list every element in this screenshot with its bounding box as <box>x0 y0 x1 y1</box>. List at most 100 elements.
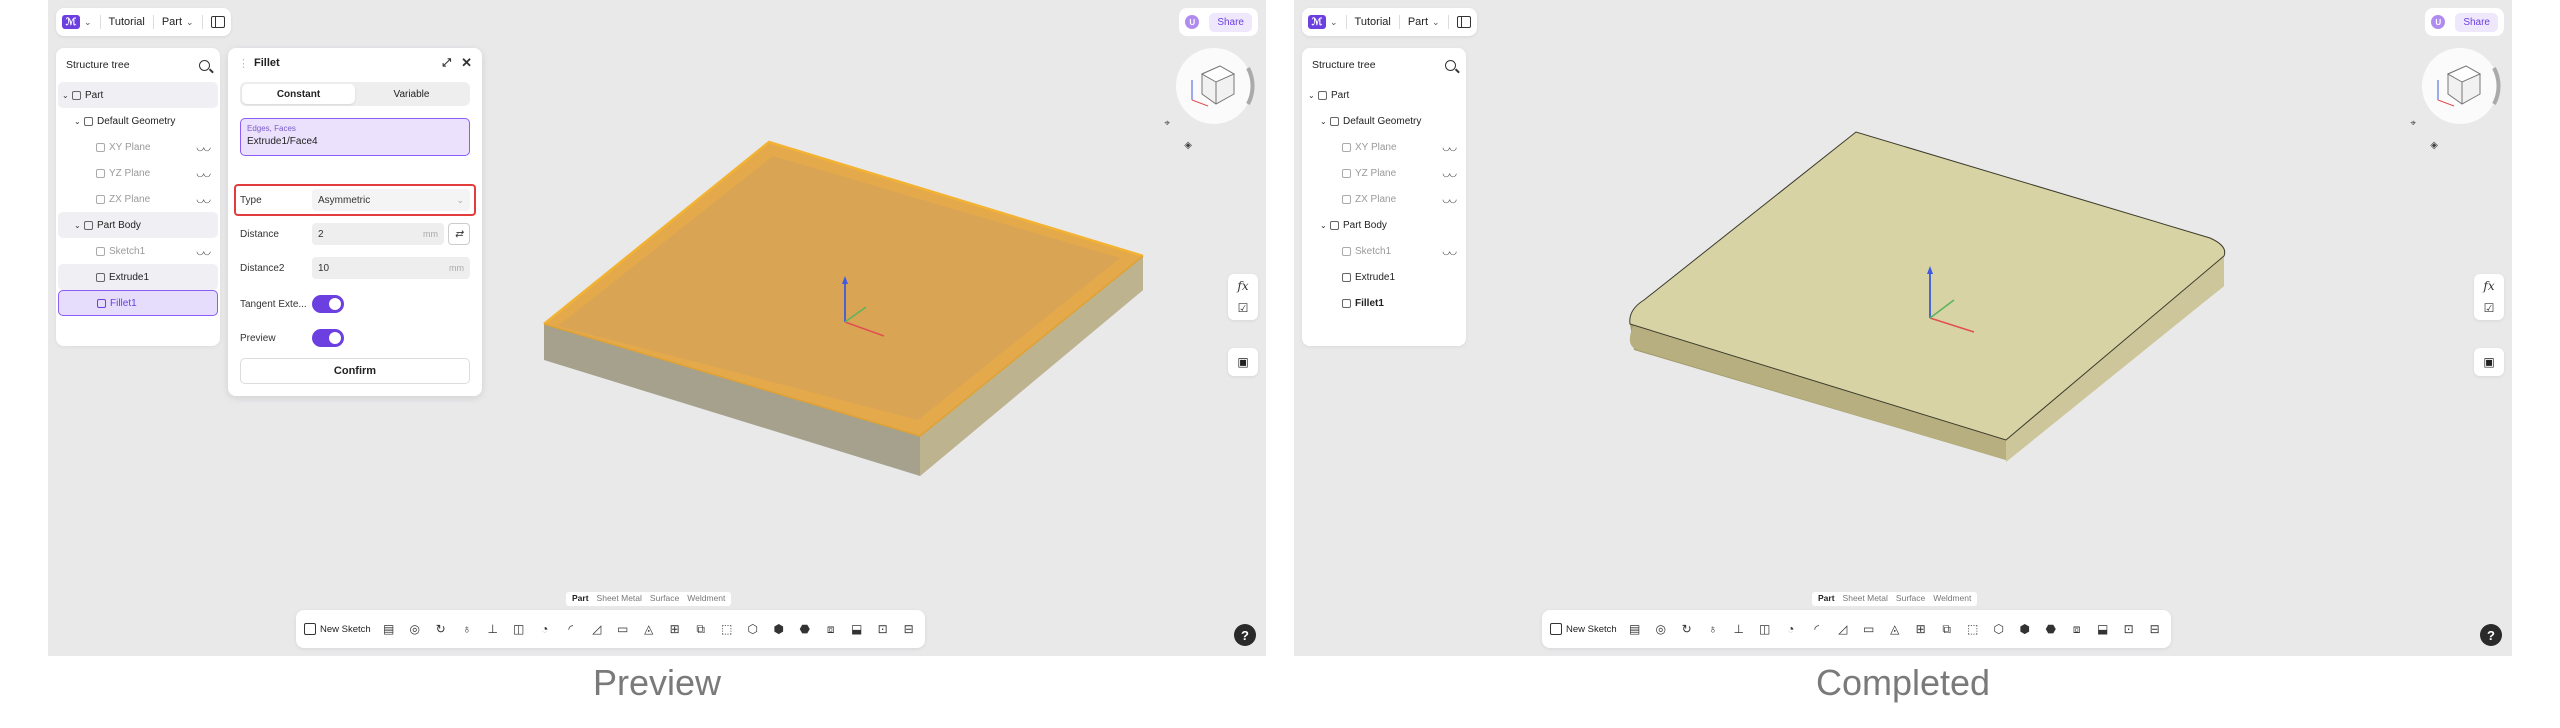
mirror-icon[interactable]: ⧉ <box>1939 621 1955 637</box>
tree-item[interactable]: Extrude1 <box>1304 264 1464 290</box>
revolve-icon[interactable]: ◎ <box>1653 621 1669 637</box>
replace-icon[interactable]: ⊡ <box>2121 621 2137 637</box>
chevron-down-icon[interactable]: ⌄ <box>62 91 72 100</box>
selection-field[interactable]: Edges, Faces Extrude1/Face4 <box>240 118 470 156</box>
confirm-button[interactable]: Confirm <box>240 358 470 384</box>
view-mode-icon[interactable]: ◈ <box>2430 140 2438 151</box>
avatar[interactable]: U <box>1185 15 1200 29</box>
chevron-down-icon[interactable]: ⌄ <box>74 117 84 126</box>
chevron-down-icon[interactable]: ⌄ <box>1320 117 1330 126</box>
visibility-icon[interactable]: ◡◡ <box>1442 142 1457 153</box>
tree-item[interactable]: ⌄ Default Geometry <box>1304 108 1464 134</box>
tree-item[interactable]: ⌄ Part <box>58 82 218 108</box>
share-button[interactable]: Share <box>2455 12 2498 32</box>
tab-variable[interactable]: Variable <box>355 84 468 104</box>
mode-tab[interactable]: Part <box>569 593 592 605</box>
move-icon[interactable]: ⬚ <box>719 621 735 637</box>
scale-icon[interactable]: ⬣ <box>2043 621 2059 637</box>
tree-item[interactable]: XY Plane ◡◡ <box>58 134 218 160</box>
move-icon[interactable]: ⬚ <box>1965 621 1981 637</box>
mode-tab[interactable]: Sheet Metal <box>1840 593 1891 605</box>
split-icon[interactable]: ⬢ <box>2017 621 2033 637</box>
extrude-icon[interactable]: ▤ <box>1627 621 1643 637</box>
view-mode-icon[interactable]: ◈ <box>1184 140 1192 151</box>
panel-toggle-icon[interactable] <box>210 16 225 28</box>
fit-view-icon[interactable]: ⌖ <box>1164 118 1170 129</box>
view-cube[interactable] <box>2418 44 2502 128</box>
visibility-icon[interactable]: ◡◡ <box>1442 168 1457 179</box>
hole-icon[interactable]: ◔ <box>1783 621 1799 637</box>
split-icon[interactable]: ⬢ <box>771 621 787 637</box>
tree-item[interactable]: YZ Plane ◡◡ <box>58 160 218 186</box>
mode-tab[interactable]: Surface <box>1893 593 1928 605</box>
visibility-icon[interactable]: ◡◡ <box>196 142 211 153</box>
extrude-icon[interactable]: ▤ <box>381 621 397 637</box>
fit-view-icon[interactable]: ⌖ <box>2410 118 2416 129</box>
tree-item[interactable]: Extrude1 <box>58 264 218 290</box>
sweep-icon[interactable]: ↻ <box>1679 621 1695 637</box>
doc-menu[interactable]: Part ⌄ <box>1408 16 1440 28</box>
drag-handle-icon[interactable]: ⋮ <box>238 57 249 70</box>
doc-menu[interactable]: Part ⌄ <box>162 16 194 28</box>
replace-icon[interactable]: ⊡ <box>875 621 891 637</box>
new-sketch-button[interactable]: New Sketch <box>1550 623 1617 635</box>
distance-input[interactable]: 2 mm <box>312 223 444 245</box>
delete-face-icon[interactable]: ⊟ <box>901 621 917 637</box>
draft-icon[interactable]: ◬ <box>1887 621 1903 637</box>
tree-item[interactable]: ⌄ Default Geometry <box>58 108 218 134</box>
project-name[interactable]: Tutorial <box>1355 16 1391 28</box>
offset-icon[interactable]: ⬓ <box>849 621 865 637</box>
share-button[interactable]: Share <box>1209 12 1252 32</box>
tab-constant[interactable]: Constant <box>242 84 355 104</box>
cut-icon[interactable]: ◫ <box>1757 621 1773 637</box>
shell-icon[interactable]: ▭ <box>1861 621 1877 637</box>
tree-item[interactable]: Fillet1 <box>58 290 218 316</box>
formula-icon[interactable]: fx <box>2483 278 2494 294</box>
tree-item[interactable]: ⌄ Part <box>1304 82 1464 108</box>
delete-face-icon[interactable]: ⊟ <box>2147 621 2163 637</box>
visibility-icon[interactable]: ◡◡ <box>196 194 211 205</box>
properties-icon[interactable]: ▣ <box>2474 348 2504 376</box>
boolean-icon[interactable]: ⬡ <box>745 621 761 637</box>
tree-item[interactable]: Sketch1 ◡◡ <box>58 238 218 264</box>
offset-icon[interactable]: ⬓ <box>2095 621 2111 637</box>
hole-icon[interactable]: ◔ <box>537 621 553 637</box>
tree-item[interactable]: ZX Plane ◡◡ <box>1304 186 1464 212</box>
boolean-icon[interactable]: ⬡ <box>1991 621 2007 637</box>
distance2-input[interactable]: 10 mm <box>312 257 470 279</box>
chamfer-icon[interactable]: ◿ <box>589 621 605 637</box>
chevron-down-icon[interactable]: ⌄ <box>1308 91 1318 100</box>
app-menu[interactable]: ℳ ⌄ <box>1308 15 1338 29</box>
checklist-icon[interactable]: ☑ <box>2484 300 2495 316</box>
tree-item[interactable]: YZ Plane ◡◡ <box>1304 160 1464 186</box>
help-button[interactable]: ? <box>2480 624 2502 646</box>
chamfer-icon[interactable]: ◿ <box>1835 621 1851 637</box>
formula-icon[interactable]: fx <box>1237 278 1248 294</box>
viewport-completed[interactable]: ℳ ⌄ Tutorial Part ⌄ U Share Structure tre… <box>1294 0 2512 656</box>
shell-icon[interactable]: ▭ <box>615 621 631 637</box>
mode-tab[interactable]: Surface <box>647 593 682 605</box>
close-icon[interactable]: ✕ <box>461 55 472 71</box>
draft-icon[interactable]: ◬ <box>641 621 657 637</box>
checklist-icon[interactable]: ☑ <box>1238 300 1249 316</box>
tree-item[interactable]: Sketch1 ◡◡ <box>1304 238 1464 264</box>
revolve-icon[interactable]: ◎ <box>407 621 423 637</box>
type-select[interactable]: Asymmetric ⌄ <box>312 189 470 211</box>
search-icon[interactable] <box>1445 59 1456 71</box>
app-menu[interactable]: ℳ ⌄ <box>62 15 92 29</box>
avatar[interactable]: U <box>2431 15 2446 29</box>
tree-item[interactable]: ⌄ Part Body <box>58 212 218 238</box>
mode-tab[interactable]: Part <box>1815 593 1838 605</box>
fillet-icon[interactable]: ◜ <box>1809 621 1825 637</box>
sweep-icon[interactable]: ↻ <box>433 621 449 637</box>
tangent-toggle[interactable] <box>312 295 344 313</box>
loft-icon[interactable]: ♁ <box>1705 621 1721 637</box>
search-icon[interactable] <box>199 59 210 71</box>
panel-toggle-icon[interactable] <box>1456 16 1471 28</box>
rib-icon[interactable]: ⊥ <box>1731 621 1747 637</box>
cut-icon[interactable]: ◫ <box>511 621 527 637</box>
pin-icon[interactable]: ⤢ <box>442 57 451 70</box>
help-button[interactable]: ? <box>1234 624 1256 646</box>
rib-icon[interactable]: ⊥ <box>485 621 501 637</box>
scale-icon[interactable]: ⬣ <box>797 621 813 637</box>
